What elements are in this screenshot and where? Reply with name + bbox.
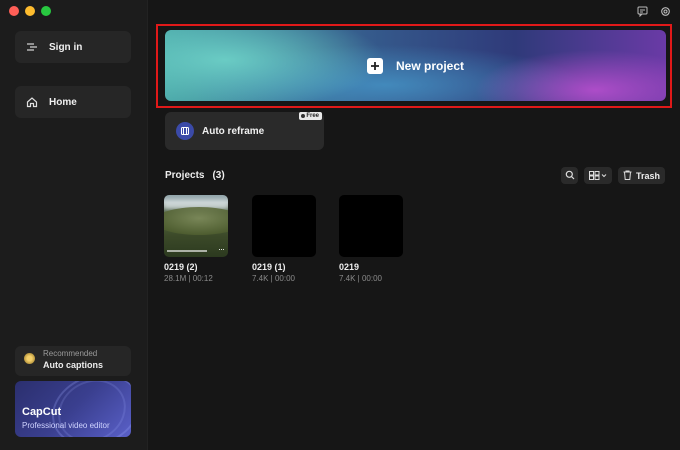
projects-count: (3) [212, 170, 225, 181]
project-thumbnail[interactable] [339, 195, 403, 257]
sign-in-label: Sign in [49, 41, 83, 53]
project-meta: 7.4K | 00:00 [252, 274, 295, 283]
free-badge: Free [299, 112, 322, 120]
project-name: 0219 (2) [164, 262, 198, 272]
project-meta: 7.4K | 00:00 [339, 274, 382, 283]
reframe-icon [176, 122, 194, 140]
project-card[interactable]: 0219 (1) 7.4K | 00:00 [252, 195, 316, 283]
sign-in-button[interactable]: Sign in [15, 31, 131, 63]
grid-view-icon [589, 167, 607, 185]
search-icon [565, 167, 575, 185]
minimize-window-button[interactable] [25, 6, 35, 16]
capcut-promo-card[interactable]: CapCut Professional video editor [15, 381, 131, 437]
project-name: 0219 (1) [252, 262, 286, 272]
project-card[interactable]: 0219 7.4K | 00:00 [339, 195, 403, 283]
project-thumbnail[interactable]: ··· [164, 195, 228, 257]
auto-reframe-label: Auto reframe [202, 125, 265, 137]
chat-icon[interactable] [637, 6, 648, 17]
project-name: 0219 [339, 262, 360, 272]
close-window-button[interactable] [9, 6, 19, 16]
promo-title: CapCut [22, 406, 62, 418]
promo-subtitle: Professional video editor [22, 421, 110, 430]
bulb-icon [24, 353, 35, 364]
projects-heading: Projects (3) [165, 170, 225, 181]
recommended-title: Auto captions [43, 360, 103, 370]
auto-reframe-button[interactable]: Auto reframe Free [165, 112, 324, 150]
sidebar: Sign in Home Recommended Auto captions C… [0, 0, 148, 450]
search-button[interactable] [561, 167, 578, 184]
recommended-kicker: Recommended [43, 349, 98, 358]
trash-label: Trash [635, 170, 660, 181]
project-meta: 28.1M | 00:12 [164, 274, 213, 283]
new-project-label: New project [395, 58, 464, 73]
plus-icon [366, 57, 383, 74]
trash-button[interactable]: Trash [618, 167, 665, 184]
window-controls [9, 6, 51, 16]
trash-icon [623, 170, 632, 182]
zoom-window-button[interactable] [41, 6, 51, 16]
project-thumbnail[interactable] [252, 195, 316, 257]
recommended-auto-captions[interactable]: Recommended Auto captions [15, 346, 131, 376]
sidebar-item-home[interactable]: Home [15, 86, 131, 118]
view-toggle-button[interactable] [584, 167, 612, 184]
sidebar-item-label: Home [49, 96, 77, 108]
more-icon[interactable]: ··· [218, 244, 225, 254]
home-icon [25, 95, 39, 109]
settings-icon[interactable] [660, 6, 671, 17]
top-toolbar [637, 6, 671, 17]
project-card[interactable]: ··· 0219 (2) 28.1M | 00:12 [164, 195, 228, 283]
sign-in-icon [25, 40, 39, 54]
new-project-button[interactable]: New project [165, 30, 666, 101]
